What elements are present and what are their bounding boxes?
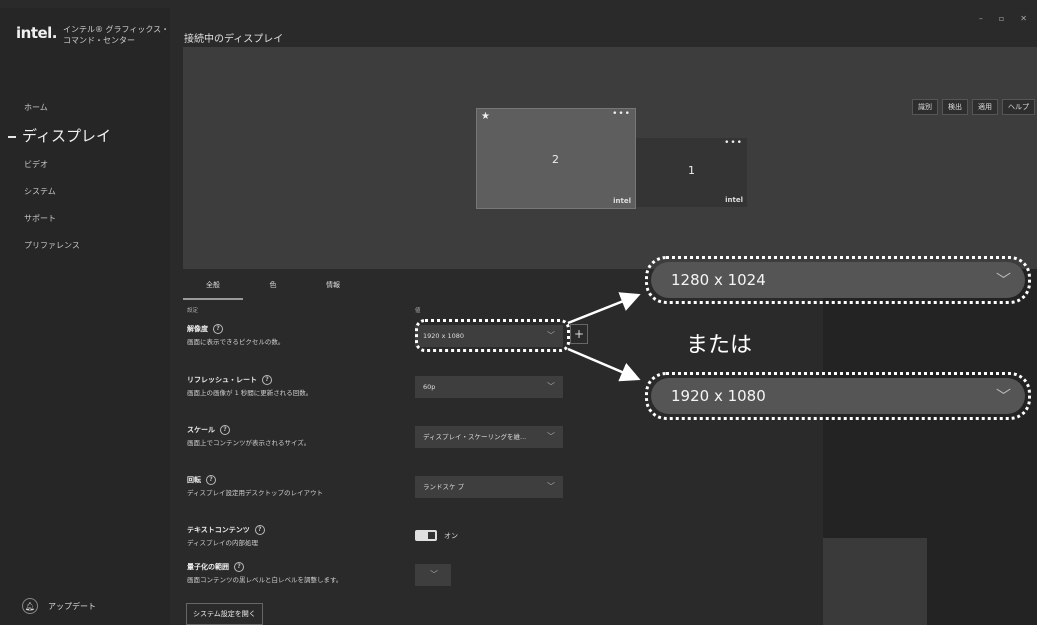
arrow-to-1280 xyxy=(567,292,641,325)
annotation-arrows xyxy=(567,292,641,382)
arrow-to-1920 xyxy=(567,347,641,382)
